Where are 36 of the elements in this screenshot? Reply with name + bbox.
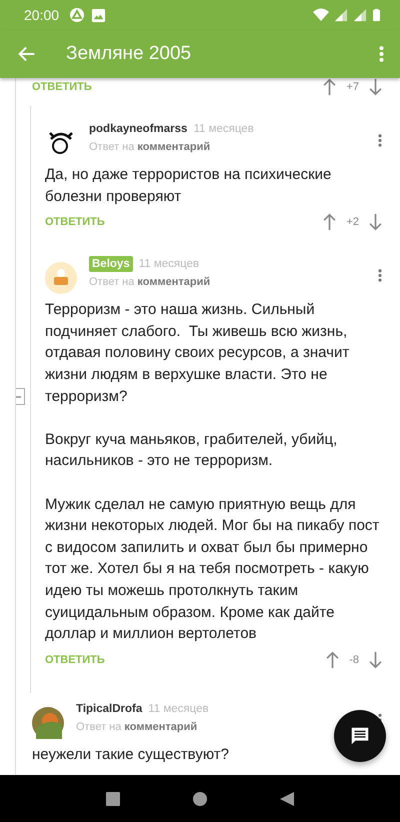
comment-link[interactable]: комментарий bbox=[137, 141, 210, 153]
comment-time: 11 месяцев bbox=[193, 123, 254, 135]
signal-icon bbox=[335, 8, 348, 22]
comment-link[interactable]: комментарий bbox=[137, 276, 210, 288]
upvote-icon[interactable] bbox=[323, 213, 336, 232]
downvote-icon[interactable] bbox=[369, 213, 382, 232]
back-icon[interactable] bbox=[280, 792, 294, 806]
rating: +7 bbox=[346, 81, 359, 93]
upvote-icon[interactable] bbox=[323, 78, 336, 96]
image-icon bbox=[91, 8, 106, 22]
rating: -8 bbox=[349, 654, 359, 666]
comment-time: 11 месяцев bbox=[148, 702, 209, 715]
signal-icon bbox=[354, 8, 367, 22]
downvote-icon[interactable] bbox=[369, 650, 382, 669]
rating: +2 bbox=[346, 216, 359, 228]
wifi-icon bbox=[313, 8, 329, 22]
reply-to-label: Ответ на bbox=[89, 276, 134, 288]
comment-icon bbox=[349, 725, 371, 747]
comment-link[interactable]: комментарий bbox=[124, 720, 198, 733]
comment-text: Терроризм - это наша жизнь. Сильный подчиняет слабого. Ты живешь всю жизнь, отдавая половину своих ресурсов, а значит жизни людям в верхушке власти. Это не терроризм? Вокруг куча маньяков, грабителей, убийц, насильников - это не терроризм. Мужик сделал не самую приятную вещь для жизни некоторых людей. Мог бы на пикабу пост с видосом запилить и охват был бы примерно тот же. Хотел бы я на тебя посмотреть - какую идею ты можешь протолкнуть таким суицидальным образом. Кроме как дайте доллар и миллион вертолетов bbox=[45, 300, 380, 644]
recents-icon[interactable] bbox=[106, 792, 120, 806]
downvote-icon[interactable] bbox=[369, 78, 382, 96]
username[interactable]: TipicalDrofa bbox=[76, 702, 142, 715]
comment-time: 11 месяцев bbox=[138, 258, 200, 270]
reply-to-label: Ответ на bbox=[89, 141, 134, 153]
reply-to-label: Ответ на bbox=[76, 720, 122, 733]
comment-text: неужели такие существуют? bbox=[32, 744, 230, 765]
comment-text: Да, но даже террористов на психические болезни проверяют bbox=[45, 165, 332, 207]
comment-button[interactable] bbox=[334, 710, 386, 762]
home-icon[interactable] bbox=[192, 792, 207, 806]
clock: 20:00 bbox=[24, 7, 60, 23]
username[interactable]: podkayneofmarss bbox=[89, 123, 188, 135]
upvote-icon[interactable] bbox=[326, 650, 340, 669]
screen-title: Земляне 2005 bbox=[66, 43, 192, 65]
battery-icon bbox=[373, 8, 380, 22]
notification-icon bbox=[69, 7, 86, 23]
